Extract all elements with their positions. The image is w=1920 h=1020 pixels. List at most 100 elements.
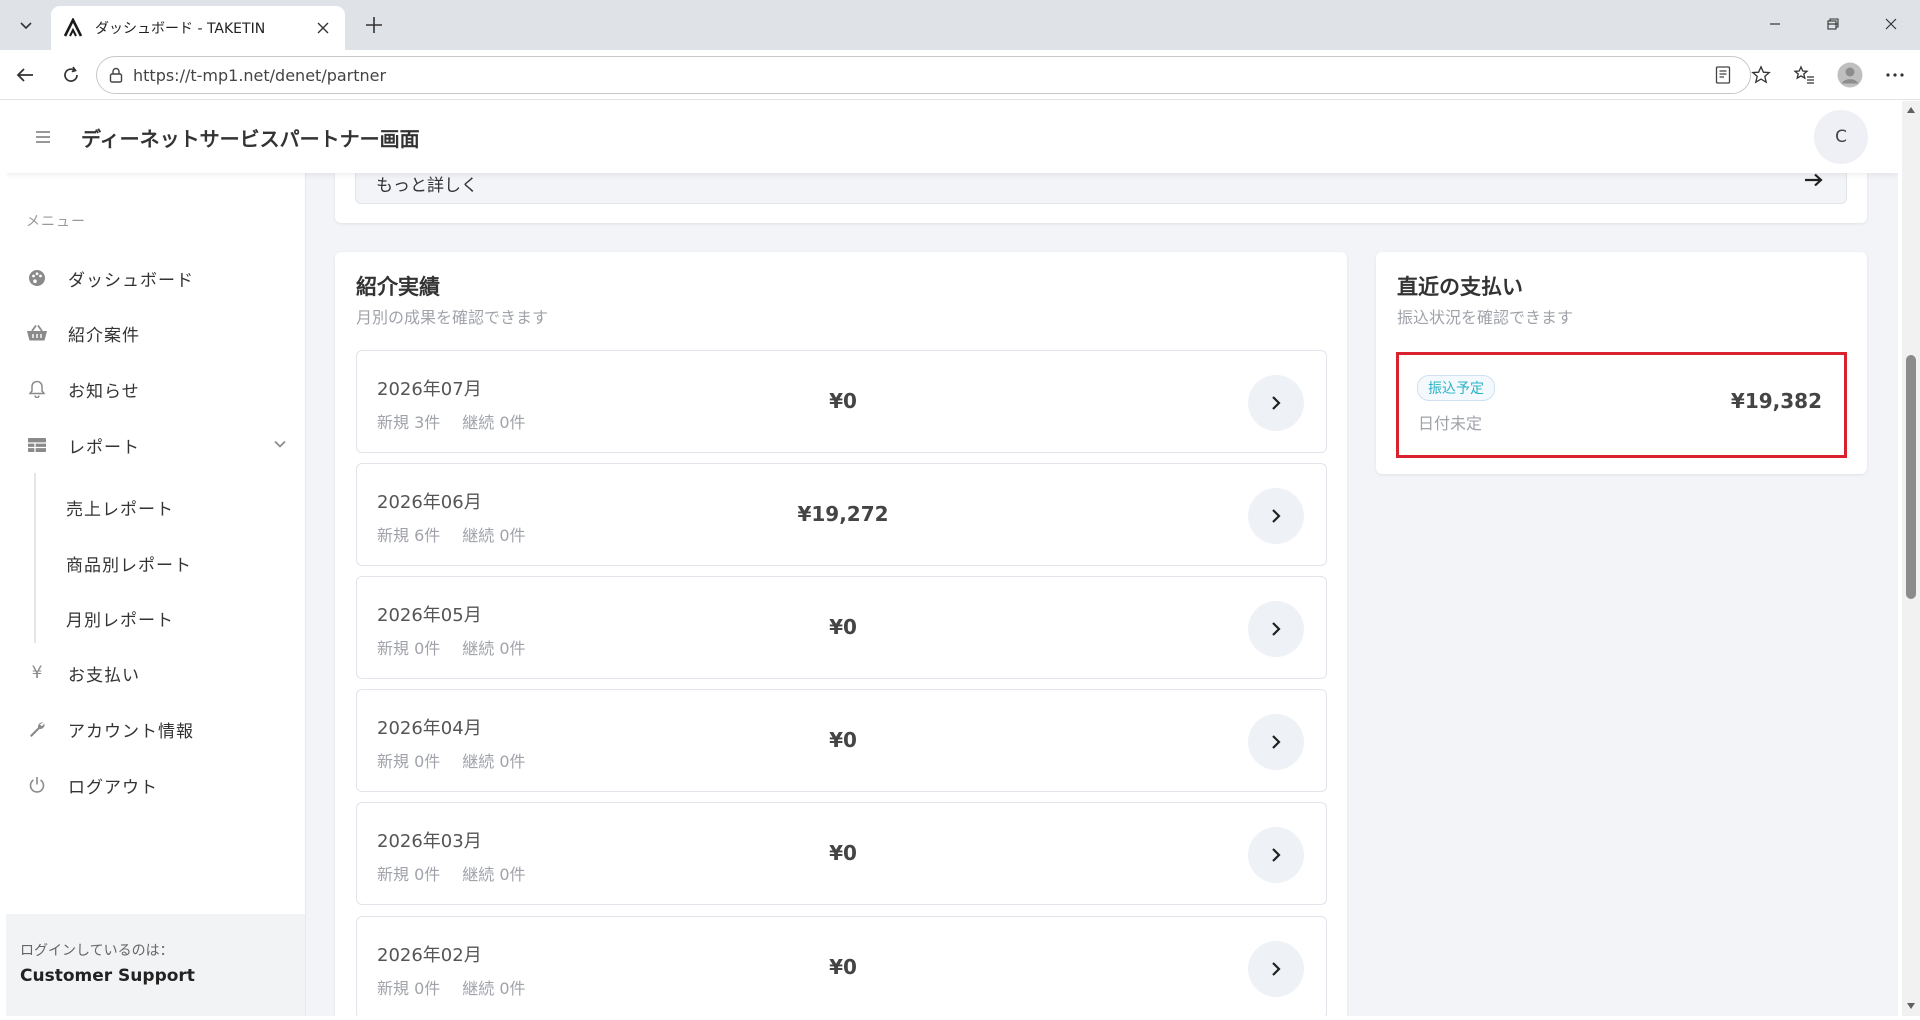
new-count: 新規 0件 <box>377 639 441 658</box>
chevron-down-icon <box>20 22 32 30</box>
continuing-count: 継続 0件 <box>462 526 526 545</box>
back-button[interactable] <box>8 59 42 91</box>
chevron-right-icon <box>1272 962 1281 976</box>
chevron-right-icon <box>1272 622 1281 636</box>
month-row[interactable]: 2026年06月 新規 6件 継続 0件 ¥19,272 <box>356 463 1327 566</box>
arrow-right-icon <box>1805 173 1823 187</box>
favorites-list-icon <box>1793 65 1814 84</box>
hamburger-menu-icon[interactable] <box>34 128 52 146</box>
sidebar-item-label: ログアウト <box>68 777 158 798</box>
new-count: 新規 0件 <box>377 865 441 884</box>
month-amount: ¥0 <box>829 728 857 752</box>
payment-title: 直近の支払い <box>1397 275 1523 299</box>
minimize-window-button[interactable] <box>1746 0 1804 48</box>
close-icon <box>1885 18 1897 30</box>
login-user-name: Customer Support <box>20 966 195 986</box>
reader-mode-button[interactable] <box>1706 57 1740 93</box>
page-scrollbar[interactable] <box>1902 101 1920 1016</box>
month-row[interactable]: 2026年02月 新規 0件 継続 0件 ¥0 <box>356 916 1327 1016</box>
login-caption: ログインしているのは： <box>20 943 174 959</box>
bell-icon <box>26 378 48 400</box>
close-tab-icon[interactable] <box>311 16 335 40</box>
sidebar-item-label: お支払い <box>68 665 140 686</box>
sidebar-subitem-sales-report[interactable]: 売上レポート <box>66 487 174 527</box>
new-tab-button[interactable] <box>357 10 391 40</box>
month-label: 2026年04月 <box>377 718 482 739</box>
browser-tab[interactable]: ダッシュボード - TAKETIN <box>51 6 345 50</box>
favorites-list-button[interactable] <box>1787 59 1821 91</box>
payment-item[interactable]: 振込予定 日付未定 ¥19,382 <box>1396 352 1847 458</box>
more-icon <box>1886 73 1904 77</box>
sidebar-item-label: ダッシュボード <box>68 270 194 291</box>
sidebar-item-reports[interactable]: レポート <box>6 423 306 467</box>
sidebar-item-news[interactable]: お知らせ <box>6 367 306 411</box>
more-details-label: もっと詳しく <box>376 176 478 196</box>
month-label: 2026年06月 <box>377 492 482 513</box>
basket-icon <box>26 322 48 344</box>
month-row[interactable]: 2026年03月 新規 0件 継続 0件 ¥0 <box>356 802 1327 905</box>
month-detail-button[interactable] <box>1248 601 1304 657</box>
address-bar[interactable]: https://t-mp1.net/denet/partner <box>96 56 1751 94</box>
logged-in-user-panel: ログインしているのは： Customer Support <box>6 914 305 1016</box>
month-detail-button[interactable] <box>1248 488 1304 544</box>
month-row[interactable]: 2026年05月 新規 0件 継続 0件 ¥0 <box>356 576 1327 679</box>
yen-icon: ¥ <box>31 663 43 683</box>
scrollbar-thumb[interactable] <box>1906 355 1916 599</box>
month-label: 2026年03月 <box>377 831 482 852</box>
month-label: 2026年07月 <box>377 379 482 400</box>
month-label: 2026年05月 <box>377 605 482 626</box>
reload-button[interactable] <box>54 59 88 91</box>
profile-avatar-icon <box>1837 62 1863 88</box>
favorite-button[interactable] <box>1744 59 1778 91</box>
scroll-up-icon[interactable] <box>1906 105 1916 115</box>
chevron-right-icon <box>1272 396 1281 410</box>
plus-icon <box>366 17 382 33</box>
browser-toolbar: https://t-mp1.net/denet/partner <box>0 50 1920 100</box>
restore-icon <box>1827 18 1839 30</box>
sidebar-subitem-monthly-report[interactable]: 月別レポート <box>66 598 174 638</box>
recent-payment-card: 直近の支払い 振込状況を確認できます 振込予定 日付未定 ¥19,382 <box>1376 252 1867 474</box>
month-detail-button[interactable] <box>1248 375 1304 431</box>
restore-window-button[interactable] <box>1804 0 1862 48</box>
new-count: 新規 3件 <box>377 413 441 432</box>
payment-amount: ¥19,382 <box>1730 389 1822 413</box>
window-controls <box>1746 0 1920 48</box>
menu-heading: メニュー <box>26 214 86 230</box>
table-icon <box>26 434 48 456</box>
results-title: 紹介実績 <box>356 275 440 299</box>
more-options-button[interactable] <box>1878 59 1912 91</box>
month-row[interactable]: 2026年07月 新規 3件 継続 0件 ¥0 <box>356 350 1327 453</box>
results-subtitle: 月別の成果を確認できます <box>356 308 549 327</box>
month-detail-button[interactable] <box>1248 827 1304 883</box>
continuing-count: 継続 0件 <box>462 413 526 432</box>
page-viewport: もっと詳しく 紹介実績 月別の成果を確認できます 2026年07月 新規 3件継… <box>6 101 1898 1016</box>
payment-date: 日付未定 <box>1418 414 1483 433</box>
sidebar-subitem-product-report[interactable]: 商品別レポート <box>66 543 192 583</box>
month-label: 2026年02月 <box>377 945 482 966</box>
continuing-count: 継続 0件 <box>462 752 526 771</box>
taketin-logo-icon <box>63 17 85 39</box>
sidebar-item-payments[interactable]: ¥ お支払い <box>6 651 306 695</box>
user-avatar[interactable]: C <box>1814 110 1868 164</box>
sidebar-item-logout[interactable]: ログアウト <box>6 763 306 807</box>
address-bar-url: https://t-mp1.net/denet/partner <box>133 65 387 85</box>
month-detail-button[interactable] <box>1248 941 1304 997</box>
chevron-right-icon <box>1272 509 1281 523</box>
browser-tabstrip: ダッシュボード - TAKETIN <box>0 0 1920 50</box>
month-amount: ¥0 <box>829 955 857 979</box>
month-row[interactable]: 2026年04月 新規 0件 継続 0件 ¥0 <box>356 689 1327 792</box>
sidebar-item-label: お知らせ <box>68 381 140 402</box>
month-amount: ¥0 <box>829 615 857 639</box>
month-amount: ¥19,272 <box>797 502 889 526</box>
new-count: 新規 0件 <box>377 979 441 998</box>
month-amount: ¥0 <box>829 841 857 865</box>
sidebar-item-account[interactable]: アカウント情報 <box>6 707 306 751</box>
sidebar-item-referrals[interactable]: 紹介案件 <box>6 311 306 355</box>
month-detail-button[interactable] <box>1248 714 1304 770</box>
scroll-down-icon[interactable] <box>1906 1001 1916 1011</box>
sidebar-item-dashboard[interactable]: ダッシュボード <box>6 256 306 300</box>
chevron-down-icon <box>274 440 286 448</box>
tab-list-button[interactable] <box>9 8 43 42</box>
profile-button[interactable] <box>1833 59 1867 91</box>
close-window-button[interactable] <box>1862 0 1920 48</box>
